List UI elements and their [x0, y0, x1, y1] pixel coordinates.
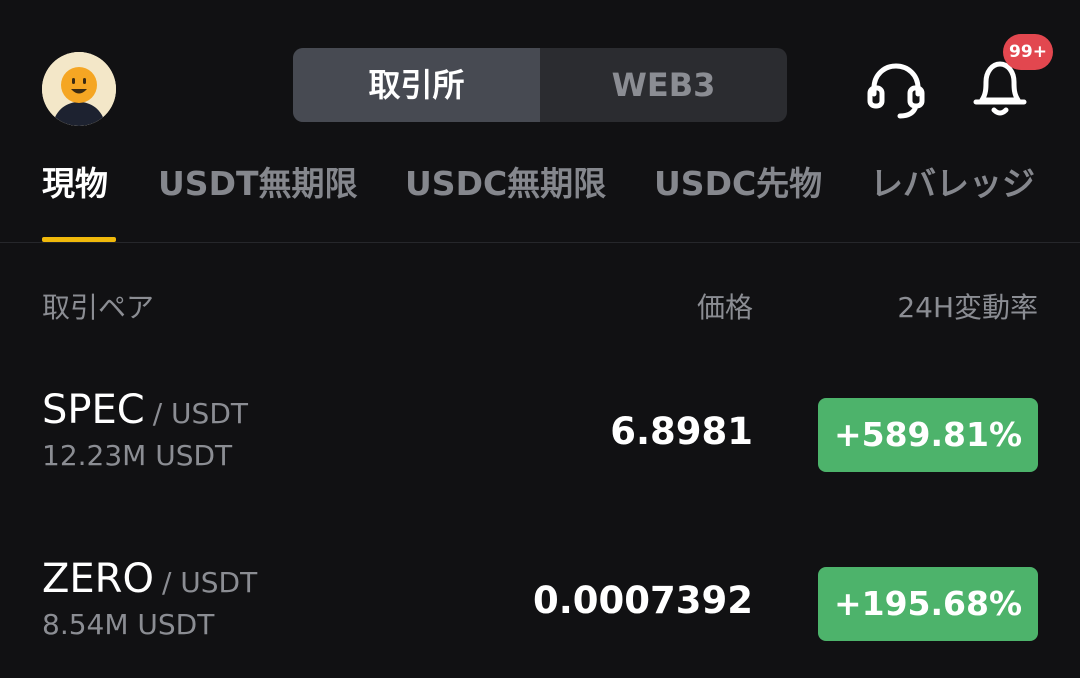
tab-spot[interactable]: 現物: [42, 160, 108, 208]
tab-usdc-futures[interactable]: USDC先物: [654, 160, 822, 208]
quote-asset: / USDT: [152, 397, 248, 430]
avatar-face-icon: [42, 52, 116, 126]
markets-screen: 取引所 WEB3 99+ 現物 USDT無期限 USDC無期限 USDC先物 レ…: [0, 0, 1080, 678]
market-row[interactable]: ZERO / USDT 8.54M USDT 0.0007392 +195.68%: [0, 553, 1080, 663]
column-header-change[interactable]: 24H変動率: [897, 288, 1038, 328]
volume: 12.23M USDT: [42, 439, 233, 472]
avatar[interactable]: [42, 52, 116, 126]
last-price: 0.0007392: [532, 579, 753, 622]
market-row[interactable]: SPEC / USDT 12.23M USDT 6.8981 +589.81%: [0, 384, 1080, 494]
segment-web3[interactable]: WEB3: [540, 48, 787, 122]
tab-usdc-perpetual[interactable]: USDC無期限: [405, 160, 606, 208]
base-asset: SPEC: [42, 387, 145, 433]
pair-symbol: SPEC / USDT: [42, 384, 248, 440]
pair-symbol: ZERO / USDT: [42, 553, 257, 609]
volume: 8.54M USDT: [42, 608, 215, 641]
last-price: 6.8981: [610, 410, 753, 453]
change-badge[interactable]: +195.68%: [818, 567, 1038, 641]
market-category-tabs: 現物 USDT無期限 USDC無期限 USDC先物 レバレッジ: [42, 160, 1080, 242]
column-header-price[interactable]: 価格: [697, 288, 753, 328]
tab-usdt-perpetual[interactable]: USDT無期限: [158, 160, 357, 208]
quote-asset: / USDT: [161, 566, 258, 599]
tabs-divider: [0, 242, 1080, 243]
headset-icon[interactable]: [864, 58, 928, 122]
notification-badge: 99+: [1003, 34, 1053, 70]
exchange-web3-toggle: 取引所 WEB3: [293, 48, 787, 122]
segment-exchange[interactable]: 取引所: [293, 48, 540, 122]
change-badge[interactable]: +589.81%: [818, 398, 1038, 472]
tab-margin[interactable]: レバレッジ: [870, 160, 1035, 208]
base-asset: ZERO: [42, 556, 154, 602]
column-header-pair[interactable]: 取引ペア: [42, 288, 154, 328]
